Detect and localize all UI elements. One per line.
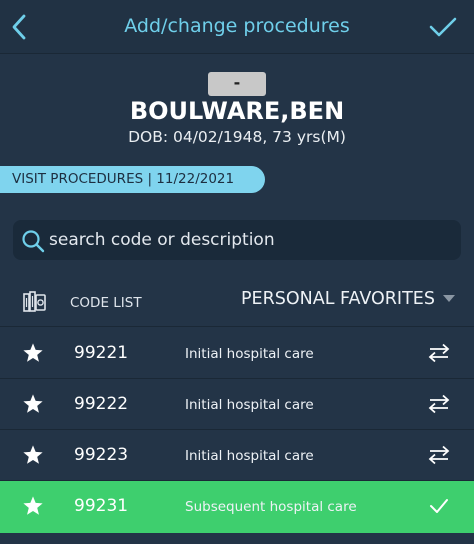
- procedure-description: Initial hospital care: [185, 346, 314, 362]
- procedure-description: Initial hospital care: [185, 448, 314, 464]
- swap-arrows-icon[interactable]: [428, 445, 450, 465]
- search-box[interactable]: [13, 220, 461, 260]
- search-icon: [22, 230, 45, 253]
- code-book-icon[interactable]: [22, 289, 48, 315]
- procedure-code: 99223: [74, 445, 129, 465]
- procedure-description: Initial hospital care: [185, 397, 314, 413]
- swap-arrows-icon[interactable]: [428, 343, 450, 363]
- checkmark-icon[interactable]: [429, 497, 449, 515]
- chevron-down-icon: [442, 295, 455, 302]
- star-icon[interactable]: [22, 393, 44, 415]
- procedure-code: 99222: [74, 394, 129, 414]
- patient-name: BOULWARE,BEN: [129, 97, 345, 125]
- star-icon[interactable]: [22, 495, 44, 517]
- visit-procedures-tab[interactable]: VISIT PROCEDURES | 11/22/2021: [0, 166, 265, 193]
- procedure-code: 99221: [74, 343, 129, 363]
- code-list-label[interactable]: CODE LIST: [70, 295, 142, 311]
- procedure-description: Subsequent hospital care: [185, 499, 357, 515]
- procedure-row[interactable]: 99223 Initial hospital care: [0, 430, 474, 481]
- star-icon[interactable]: [22, 444, 44, 466]
- patient-id-badge: -: [208, 72, 266, 96]
- patient-dob: DOB: 04/02/1948, 73 yrs(M): [128, 128, 346, 146]
- procedure-row[interactable]: 99222 Initial hospital care: [0, 379, 474, 430]
- procedure-code: 99231: [74, 496, 129, 516]
- favorites-dropdown-label: PERSONAL FAVORITES: [241, 289, 435, 309]
- checkmark-icon[interactable]: [428, 16, 458, 38]
- star-icon[interactable]: [22, 342, 44, 364]
- procedure-row[interactable]: 99221 Initial hospital care: [0, 328, 474, 379]
- procedure-row-selected[interactable]: 99231 Subsequent hospital care: [0, 481, 474, 533]
- search-input[interactable]: [47, 220, 452, 260]
- page-title: Add/change procedures: [124, 15, 350, 37]
- swap-arrows-icon[interactable]: [428, 394, 450, 414]
- app-header: Add/change procedures: [0, 0, 474, 54]
- favorites-dropdown[interactable]: PERSONAL FAVORITES: [241, 289, 455, 315]
- list-header: CODE LIST PERSONAL FAVORITES: [0, 279, 474, 327]
